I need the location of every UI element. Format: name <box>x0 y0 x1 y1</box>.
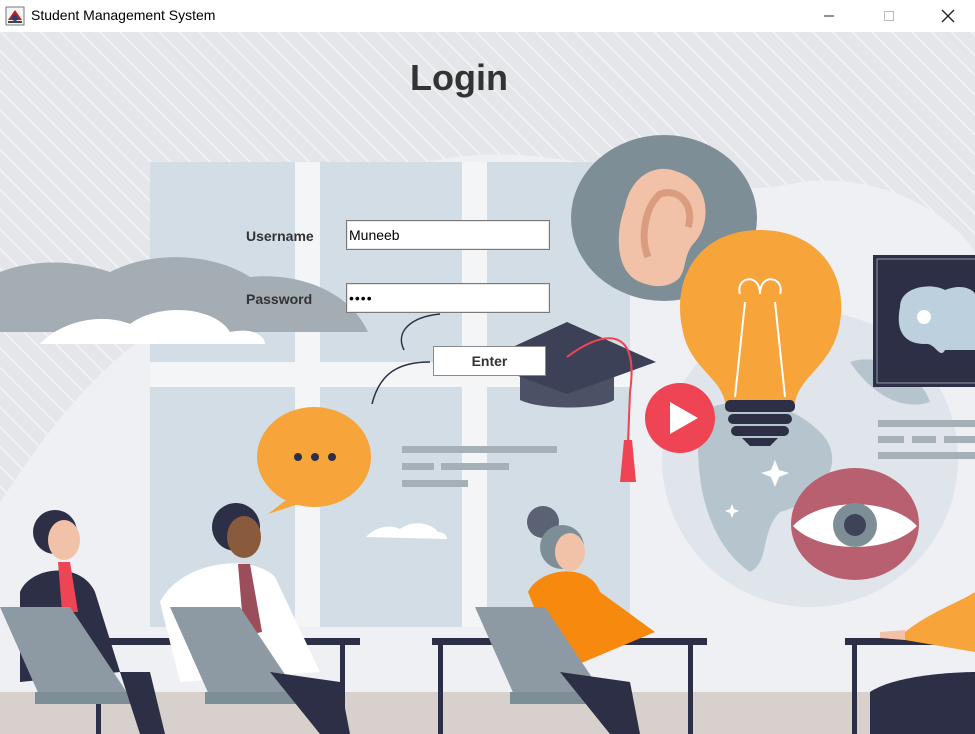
login-heading: Login <box>410 57 508 98</box>
password-input[interactable] <box>346 283 550 313</box>
username-label: Username <box>246 228 314 244</box>
enter-button[interactable]: Enter <box>433 346 546 376</box>
login-panel: Login Username Password Enter <box>0 32 975 734</box>
close-icon <box>941 9 955 23</box>
brain-icon <box>873 255 975 387</box>
window-title: Student Management System <box>31 7 216 23</box>
minimize-button[interactable] <box>806 0 852 32</box>
app-logo-icon <box>5 6 25 26</box>
minimize-icon <box>824 15 834 17</box>
classroom-background-illustration <box>0 32 975 734</box>
close-button[interactable] <box>925 0 971 32</box>
maximize-icon <box>884 11 894 21</box>
password-label: Password <box>246 291 313 307</box>
username-input[interactable] <box>346 220 550 250</box>
eye-icon <box>791 468 919 580</box>
play-icon <box>645 383 715 453</box>
maximize-button[interactable] <box>866 0 912 32</box>
title-bar: Student Management System <box>0 0 975 32</box>
